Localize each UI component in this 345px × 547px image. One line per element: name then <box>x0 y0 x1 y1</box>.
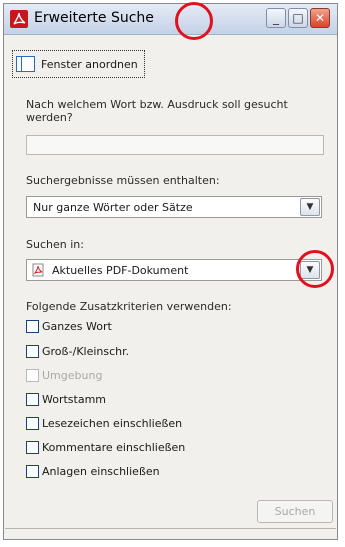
checkbox[interactable] <box>26 417 39 430</box>
search-in-value: Aktuelles PDF-Dokument <box>52 263 189 277</box>
search-button[interactable]: Suchen <box>257 500 333 523</box>
checkbox <box>26 369 39 382</box>
option-case-sensitive[interactable]: Groß-/Kleinschr. <box>26 345 129 358</box>
checkbox[interactable] <box>26 465 39 478</box>
maximize-button[interactable]: □ <box>288 8 308 28</box>
window-title: Erweiterte Suche <box>34 10 154 26</box>
option-label: Groß-/Kleinschr. <box>42 345 130 358</box>
status-divider <box>5 528 336 529</box>
checkbox[interactable] <box>26 320 39 333</box>
results-contain-label: Suchergebnisse müssen enthalten: <box>26 174 220 187</box>
close-button[interactable]: ✕ <box>310 8 330 28</box>
option-proximity: Umgebung <box>26 369 102 382</box>
option-label: Wortstamm <box>42 393 107 406</box>
option-include-bookmarks[interactable]: Lesezeichen einschließen <box>26 417 182 430</box>
window-arrange-icon <box>16 56 35 72</box>
arrange-window-label: Fenster anordnen <box>41 57 138 71</box>
chevron-down-icon[interactable]: ▼ <box>300 198 320 216</box>
search-in-label: Suchen in: <box>26 238 84 251</box>
option-label: Ganzes Wort <box>42 320 112 333</box>
option-include-attachments[interactable]: Anlagen einschließen <box>26 465 160 478</box>
option-stemming[interactable]: Wortstamm <box>26 393 106 406</box>
option-label: Kommentare einschließen <box>42 441 186 454</box>
criteria-label: Folgende Zusatzkriterien verwenden: <box>26 300 232 313</box>
checkbox[interactable] <box>26 441 39 454</box>
search-in-select[interactable]: Aktuelles PDF-Dokument ▼ <box>26 259 322 281</box>
chevron-down-icon[interactable]: ▼ <box>300 261 320 279</box>
checkbox[interactable] <box>26 345 39 358</box>
option-label: Umgebung <box>42 369 103 382</box>
checkbox[interactable] <box>26 393 39 406</box>
advanced-search-window: Erweiterte Suche _ □ ✕ Fenster anordnen … <box>3 3 338 540</box>
option-include-comments[interactable]: Kommentare einschließen <box>26 441 185 454</box>
option-whole-word[interactable]: Ganzes Wort <box>26 320 112 333</box>
option-label: Lesezeichen einschließen <box>42 417 183 430</box>
pdf-document-icon <box>32 263 44 277</box>
results-contain-value: Nur ganze Wörter oder Sätze <box>33 200 193 214</box>
search-word-input[interactable] <box>26 135 324 155</box>
option-label: Anlagen einschließen <box>42 465 160 478</box>
minimize-button[interactable]: _ <box>266 8 286 28</box>
arrange-window-button[interactable]: Fenster anordnen <box>12 50 145 78</box>
title-bar[interactable]: Erweiterte Suche _ □ ✕ <box>4 4 337 35</box>
acrobat-icon <box>10 10 28 28</box>
results-contain-select[interactable]: Nur ganze Wörter oder Sätze ▼ <box>26 196 322 218</box>
search-word-label: Nach welchem Wort bzw. Ausdruck soll ges… <box>26 98 288 124</box>
